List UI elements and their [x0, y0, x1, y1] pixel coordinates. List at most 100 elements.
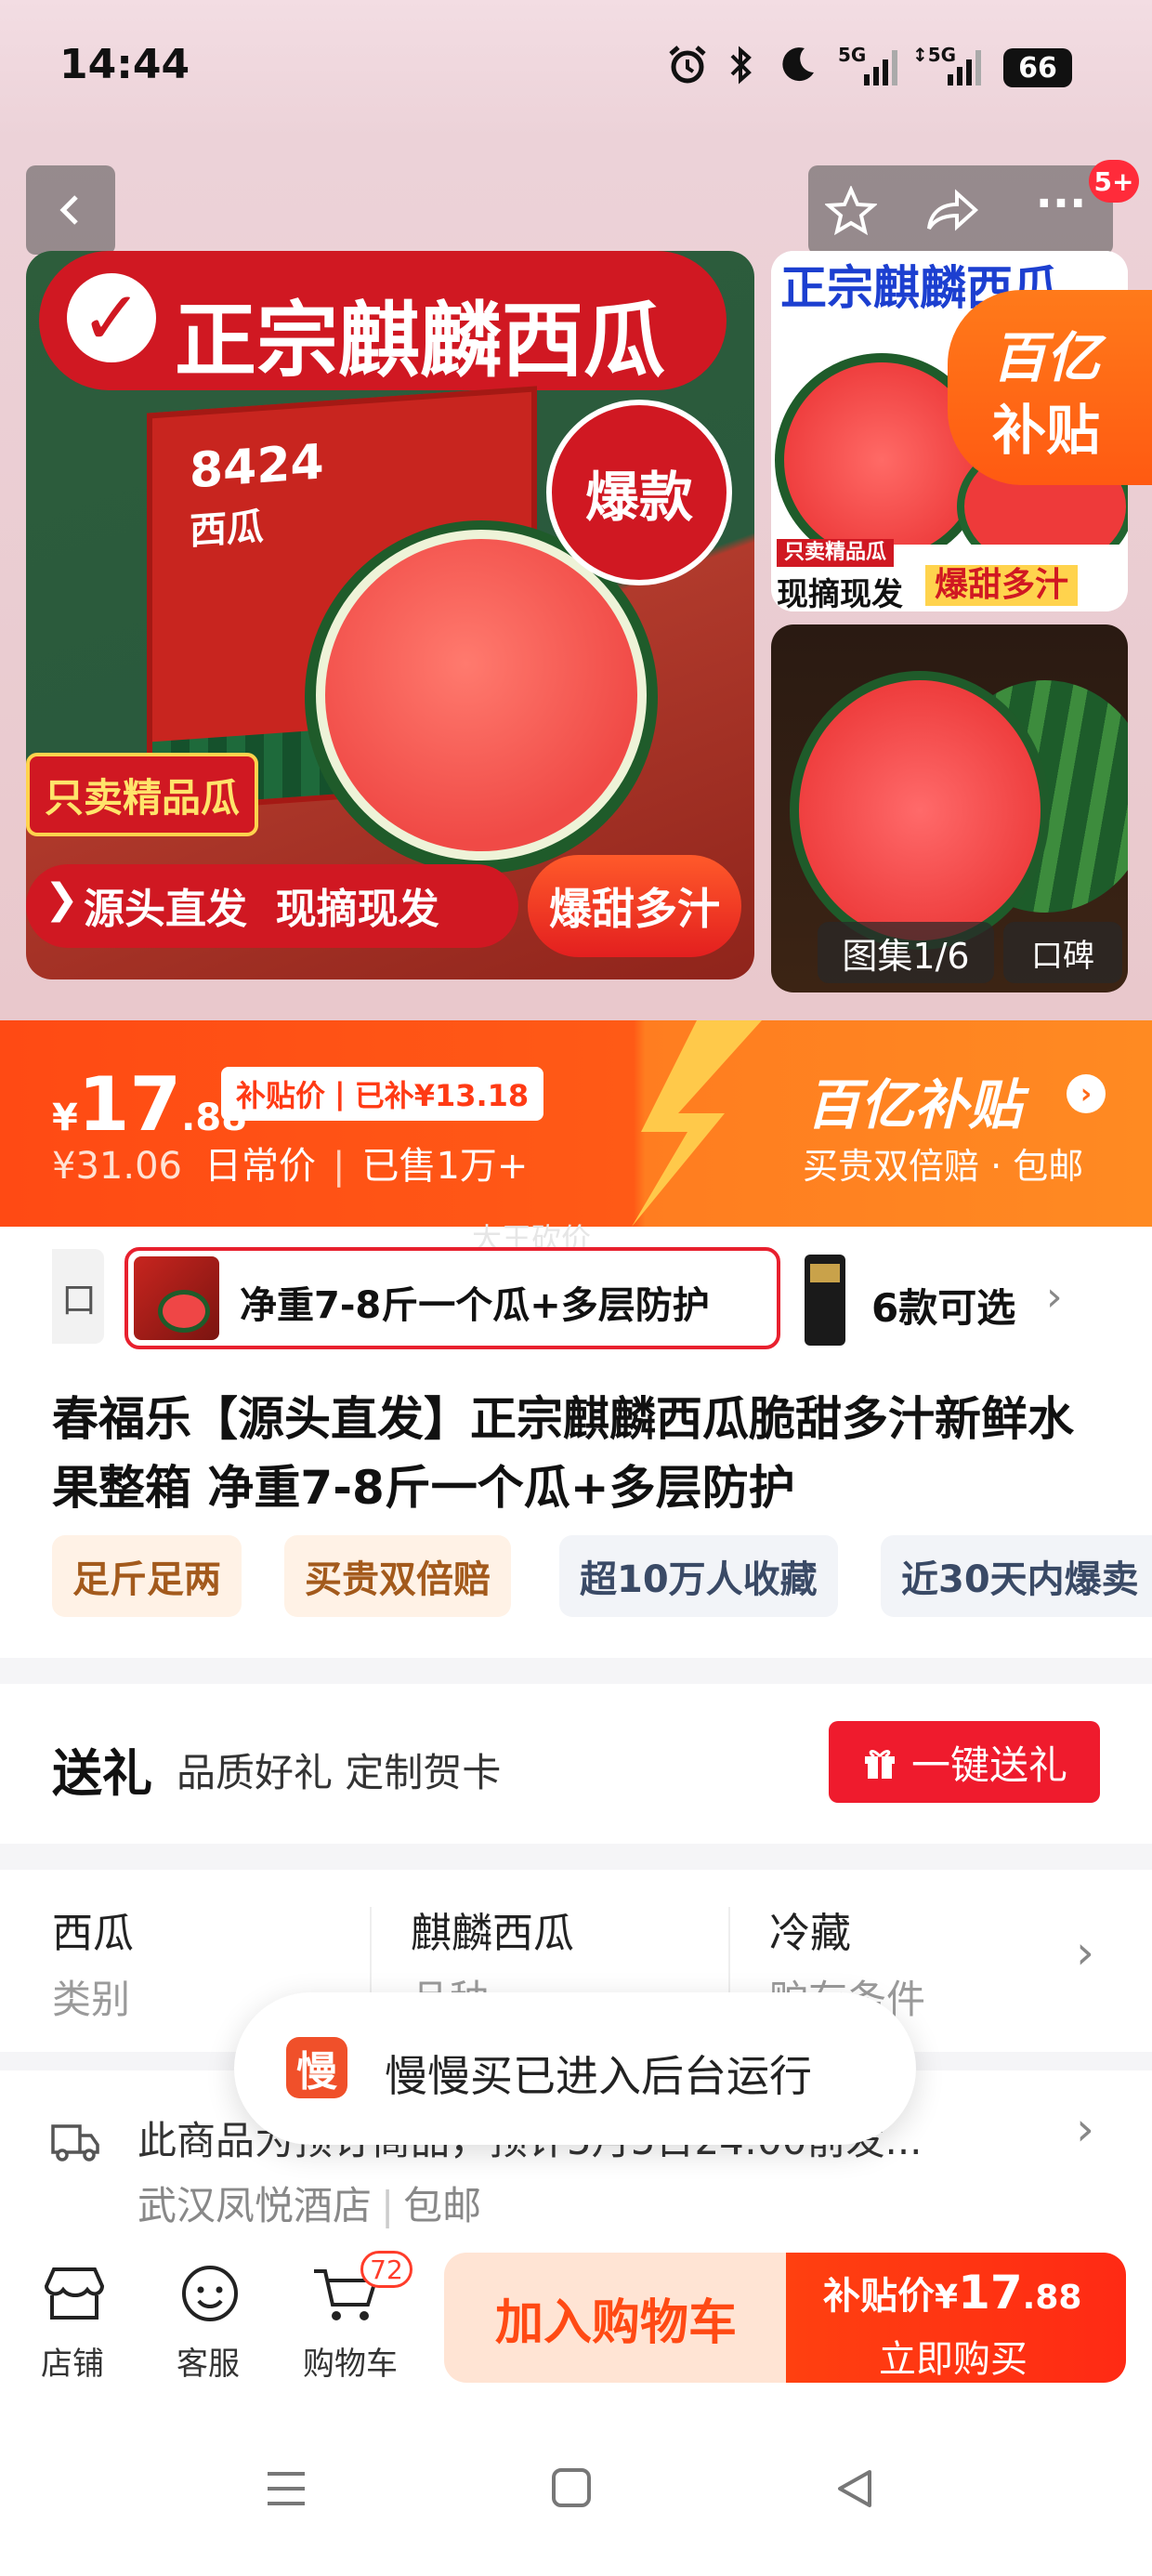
cart-count-badge: 72: [360, 2251, 412, 2288]
menu-icon[interactable]: [264, 2468, 308, 2509]
app-logo-icon: 慢: [286, 2037, 347, 2098]
toast-notification: 慢 慢慢买已进入后台运行: [234, 1992, 916, 2145]
shop-label: 店铺: [41, 2346, 104, 2383]
price-currency: ¥: [52, 1097, 78, 1139]
reviews-link[interactable]: 口碑: [1003, 922, 1122, 983]
tag-bestseller[interactable]: 近30天内爆卖: [881, 1535, 1152, 1617]
add-to-cart-button[interactable]: 加入购物车: [444, 2253, 788, 2383]
original-price-row: ¥31.06 日常价 | 已售1万+: [52, 1145, 529, 1188]
thumb2-melon-flesh: [799, 680, 1041, 940]
thumb-caption-a: 现摘现发: [777, 576, 903, 611]
alarm-icon: [669, 46, 706, 84]
chevron-right-icon[interactable]: ›: [1076, 1925, 1094, 1979]
svg-text:5G: 5G: [838, 44, 866, 66]
main-product-image[interactable]: ✓ 正宗麒麟西瓜 8424 西瓜 爆款 只卖精品瓜 ❯ 源头直发 现摘现发 爆甜…: [26, 251, 754, 979]
subsidy-price-tag: 补贴价 | 已补¥13.18: [221, 1067, 544, 1121]
chevron-right-icon: ❯: [45, 875, 79, 923]
attr-category-key: 类别: [52, 1977, 131, 2022]
more-menu-icon[interactable]: ···: [1024, 180, 1098, 236]
clock: 14:44: [59, 41, 190, 88]
spec-thumb: [134, 1256, 219, 1340]
program-name[interactable]: 百亿补贴: [806, 1061, 1022, 1139]
shop-button[interactable]: 店铺: [32, 2256, 117, 2386]
gift-button[interactable]: 一键送礼: [829, 1721, 1100, 1803]
gallery-counter[interactable]: 图集1/6: [818, 922, 994, 983]
subsidy-amount: 已补¥13.18: [354, 1078, 530, 1113]
back-button[interactable]: [26, 165, 115, 255]
chevron-right-circle-icon[interactable]: ›: [1067, 1074, 1106, 1113]
subsidy-price-label: 补贴价: [236, 1078, 326, 1113]
chevron-right-icon[interactable]: ›: [1046, 1273, 1063, 1321]
back-triangle-icon[interactable]: [834, 2466, 875, 2511]
svg-text:↕5G: ↕5G: [912, 44, 956, 66]
cart-label: 购物车: [303, 2346, 398, 2383]
lightning-decoration: [632, 1020, 762, 1227]
attr-storage-value: 冷藏: [769, 1910, 851, 1957]
signal-5g-icon-2: ↕5G: [912, 44, 981, 85]
buy-price-label: 补贴价: [823, 2275, 935, 2318]
spec-option-prev[interactable]: 口: [52, 1249, 104, 1344]
buy-price-integer: 17: [958, 2266, 1023, 2320]
spec-thumb-melon: [158, 1290, 210, 1333]
buy-now-label: 立即购买: [879, 2338, 1028, 2381]
spec-option-selected[interactable]: 净重7-8斤一个瓜+多层防护: [124, 1247, 780, 1349]
toast-text: 慢慢买已进入后台运行: [385, 2051, 812, 2101]
product-title: 春福乐【源头直发】正宗麒麟西瓜脆甜多汁新鲜水果整箱 净重7-8斤一个瓜+多层防护: [52, 1392, 1074, 1515]
system-nav-bar: [0, 2401, 1152, 2576]
original-price-label: 日常价: [203, 1145, 316, 1188]
attr-category-value: 西瓜: [52, 1910, 134, 1957]
smiley-chat-icon: [182, 2266, 238, 2321]
buy-now-button[interactable]: 补贴价¥17.88 立即购买: [786, 2253, 1126, 2383]
sweet-juicy-tag: 爆甜多汁: [528, 855, 741, 957]
favorite-star-icon[interactable]: [825, 186, 877, 236]
watermelon-flesh: [325, 539, 637, 851]
tag-favorites[interactable]: 超10万人收藏: [559, 1535, 838, 1617]
tag-weight-guarantee[interactable]: 足斤足两: [52, 1535, 242, 1617]
spec-option-next-thumb[interactable]: [805, 1255, 845, 1346]
gift-desc: 品质好礼 定制贺卡: [177, 1750, 502, 1795]
chevron-right-icon[interactable]: ›: [1076, 2102, 1094, 2156]
tag-price-protection[interactable]: 买贵双倍赔: [284, 1535, 511, 1617]
premium-tag: 只卖精品瓜: [26, 753, 258, 836]
buy-price: 补贴价¥17.88: [823, 2266, 1081, 2320]
bluetooth-icon: [730, 46, 752, 85]
thumb-tag: 只卖精品瓜: [777, 539, 895, 567]
buy-price-decimal: .88: [1022, 2279, 1082, 2317]
battery-indicator: 66: [1003, 48, 1072, 87]
signal-5g-icon: 5G: [838, 44, 897, 85]
gift-icon: [864, 1750, 895, 1779]
checkmark-icon: ✓: [67, 273, 156, 362]
home-icon[interactable]: [550, 2466, 593, 2509]
gift-button-label: 一键送礼: [910, 1741, 1067, 1788]
section-divider: [0, 1844, 1152, 1870]
gift-section[interactable]: 送礼 品质好礼 定制贺卡 一键送礼: [0, 1684, 1152, 1844]
shop-location: 武汉凤悦酒店: [137, 2183, 373, 2228]
postage-label: 包邮: [403, 2183, 482, 2228]
source-bar-text: 源头直发 现摘现发: [84, 886, 439, 933]
section-divider: [0, 1658, 1152, 1684]
shipping-origin: 武汉凤悦酒店 | 包邮: [137, 2183, 482, 2228]
program-sub: 买贵双倍赔 · 包邮: [803, 1146, 1084, 1187]
bottom-action-bar: 店铺 客服 72 购物车 加入购物车 补贴价¥17.88 立即购买: [0, 2234, 1152, 2401]
spec-selected-label: 净重7-8斤一个瓜+多层防护: [240, 1284, 710, 1327]
customer-service-button[interactable]: 客服: [167, 2256, 253, 2386]
cart-button[interactable]: 72 购物车: [297, 2251, 418, 2386]
action-group: ···: [808, 165, 1113, 255]
box-label-2: 西瓜: [190, 505, 264, 554]
sold-count: 已售1万+: [361, 1145, 529, 1188]
spec-count[interactable]: 6款可选: [871, 1277, 1015, 1334]
chevron-left-icon: [59, 195, 78, 225]
service-label: 客服: [177, 2346, 240, 2383]
message-badge[interactable]: 5+: [1089, 160, 1139, 203]
gift-title: 送礼: [52, 1744, 152, 1803]
subsidy-bubble-line2: 补贴: [992, 399, 1101, 462]
subsidy-bubble: 百亿 补贴: [948, 290, 1152, 485]
spec-next-thumb-label: [810, 1264, 840, 1282]
buy-price-currency: ¥: [935, 2279, 959, 2317]
store-icon: [44, 2267, 105, 2320]
price-banner: ¥17.88 补贴价 | 已补¥13.18 ¥31.06 日常价 | 已售1万+ 百亿补贴…: [0, 1020, 1152, 1227]
share-icon[interactable]: [923, 188, 979, 234]
thumb-caption-b: 爆甜多汁: [925, 565, 1079, 606]
spec-prev-label: 口: [60, 1279, 97, 1321]
original-price: ¥31.06: [52, 1145, 182, 1188]
